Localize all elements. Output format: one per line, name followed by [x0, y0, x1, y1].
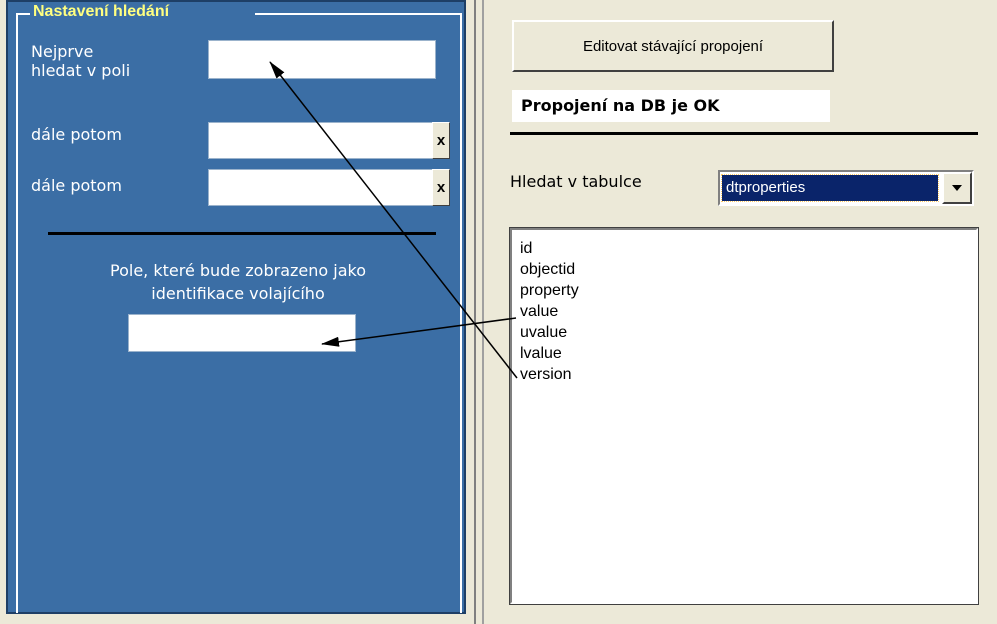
annotation-arrows — [269, 61, 518, 379]
arrow-lvalue-to-first-field — [269, 61, 518, 379]
